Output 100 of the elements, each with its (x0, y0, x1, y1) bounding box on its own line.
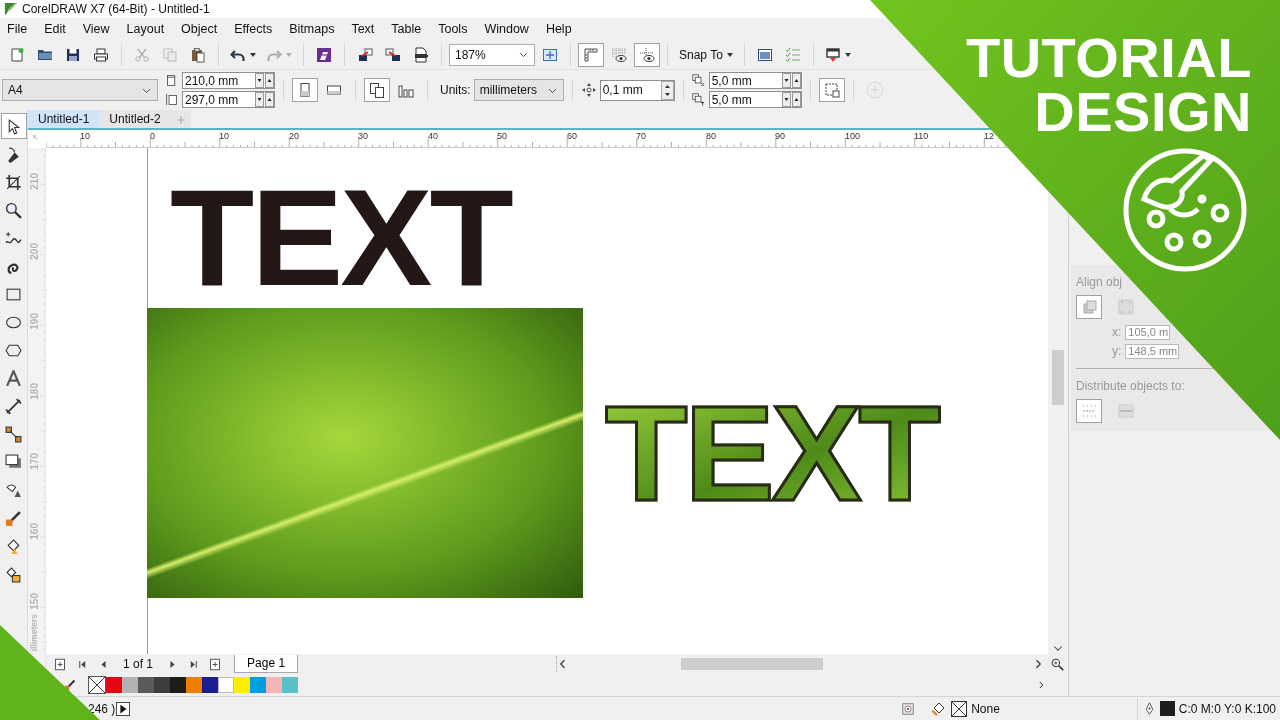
spin-buttons[interactable] (660, 80, 674, 100)
spin-buttons[interactable] (255, 92, 274, 107)
ruler-label: 160 (29, 523, 40, 540)
ruler-label: 70 (636, 131, 646, 141)
units-dropdown[interactable]: millimeters (473, 79, 564, 101)
color-swatch[interactable] (138, 677, 154, 693)
ruler-label: 110 (914, 131, 929, 141)
first-page-icon (77, 658, 88, 670)
paint-bucket-icon (5, 537, 22, 555)
scroll-thumb[interactable] (681, 658, 823, 670)
align-grid-icon (1118, 299, 1134, 315)
page-bars-icon (398, 82, 414, 98)
toolbar-button[interactable] (115, 699, 132, 718)
menu-item[interactable]: Text (344, 18, 382, 40)
ruler-label: 12 (984, 131, 994, 141)
ruler-label: 90 (775, 131, 785, 141)
color-swatch[interactable] (186, 677, 202, 693)
duplicate-y-field[interactable]: 5,0 mm (708, 91, 802, 108)
caret-icon (726, 52, 733, 57)
snap-to-button[interactable]: Snap To (675, 42, 737, 67)
spin-buttons[interactable] (781, 73, 801, 88)
rulers-icon (583, 46, 599, 63)
page-size-icon (165, 74, 178, 87)
field-label: x: (1112, 324, 1122, 341)
ruler-label: 30 (358, 131, 368, 141)
page-size-dropdown[interactable]: A4 (2, 79, 158, 101)
selection-box-icon (823, 82, 840, 98)
ruler-label: 210 (29, 173, 40, 190)
no-color-swatch[interactable] (88, 676, 106, 694)
page-height-field[interactable]: 297,0 mm (182, 91, 275, 108)
menu-item[interactable]: Table (384, 18, 429, 40)
menu-item[interactable]: View (75, 18, 117, 40)
menu-item[interactable]: Window (477, 18, 536, 40)
target-icon (901, 701, 916, 716)
ruler-label: illimeters (29, 614, 39, 652)
color-swatch[interactable] (106, 677, 122, 693)
color-swatch[interactable] (122, 677, 138, 693)
spin-buttons[interactable] (781, 92, 801, 107)
distribute-icon (1081, 403, 1097, 419)
page-width-field[interactable]: 210,0 mm (182, 72, 275, 89)
menu-item[interactable]: Edit (37, 18, 73, 40)
canvas-text: TEXT (170, 168, 511, 306)
landscape-page-icon (326, 82, 342, 98)
zoom-level-dropdown[interactable]: 187% (449, 43, 535, 66)
color-swatch[interactable] (250, 677, 266, 693)
new-document-icon (9, 46, 25, 63)
page-tab[interactable]: Page 1 (234, 655, 299, 673)
offset-x-icon (691, 74, 705, 87)
menu-item[interactable]: File (0, 18, 35, 40)
tool-button[interactable] (0, 113, 27, 139)
menu-item[interactable]: Tools (431, 18, 475, 40)
ruler-label: 10 (80, 131, 90, 141)
no-fill-swatch (951, 700, 968, 717)
color-swatch[interactable] (154, 677, 170, 693)
all-pages-icon (369, 82, 385, 98)
ruler-label: 40 (428, 131, 438, 141)
menu-item[interactable]: Layout (119, 18, 172, 40)
eyedropper-icon (5, 509, 22, 527)
offset-y-icon (691, 93, 705, 106)
caret-icon (286, 52, 292, 57)
ruler-label: 200 (29, 243, 40, 260)
ruler-label: 10 (219, 131, 229, 141)
app-logo-icon (316, 46, 332, 63)
section-heading: Align obj (1076, 274, 1123, 291)
menu-item[interactable]: Help (538, 18, 579, 40)
letter-a-icon (5, 369, 22, 387)
ruler-label: 170 (29, 453, 40, 470)
color-swatch[interactable] (202, 677, 218, 693)
document-tab[interactable]: Untitled-1 (28, 110, 100, 128)
nudge-field[interactable]: 0,1 mm (599, 79, 675, 101)
page-counter: 1 of 1 (123, 656, 154, 673)
color-swatch[interactable] (282, 677, 298, 693)
toolbar-button[interactable] (364, 78, 390, 102)
palette-icon (1122, 147, 1248, 273)
connector-icon (5, 425, 22, 443)
add-page-icon (54, 657, 67, 671)
document-tab[interactable]: Untitled-2 (99, 110, 171, 128)
menu-item[interactable]: Bitmaps (282, 18, 342, 40)
add-page-icon (209, 657, 223, 671)
align-button-icon (1081, 299, 1097, 315)
spin-buttons[interactable] (255, 73, 274, 88)
scissors-icon (134, 46, 150, 63)
clipboard-icon (190, 46, 206, 63)
magnifier-icon (5, 201, 22, 219)
monitor-icon (824, 46, 841, 63)
ruler-label: 60 (567, 131, 577, 141)
guidelines-eye-icon (639, 46, 655, 63)
color-swatch[interactable] (170, 677, 186, 693)
ruler-label: 150 (29, 593, 40, 610)
duplicate-x-field[interactable]: 5,0 mm (708, 72, 802, 89)
menu-item[interactable]: Effects (227, 18, 280, 40)
color-swatch[interactable] (218, 677, 234, 693)
menu-item[interactable]: Object (174, 18, 225, 40)
toolbar-button[interactable] (634, 42, 660, 67)
section-heading: Distribute objects to: (1076, 378, 1185, 395)
window-icon (756, 46, 773, 63)
ruler-label: 80 (706, 131, 716, 141)
scroll-thumb[interactable] (1052, 350, 1064, 405)
drop-shadow-icon (5, 453, 22, 471)
copy-icon (162, 46, 178, 63)
